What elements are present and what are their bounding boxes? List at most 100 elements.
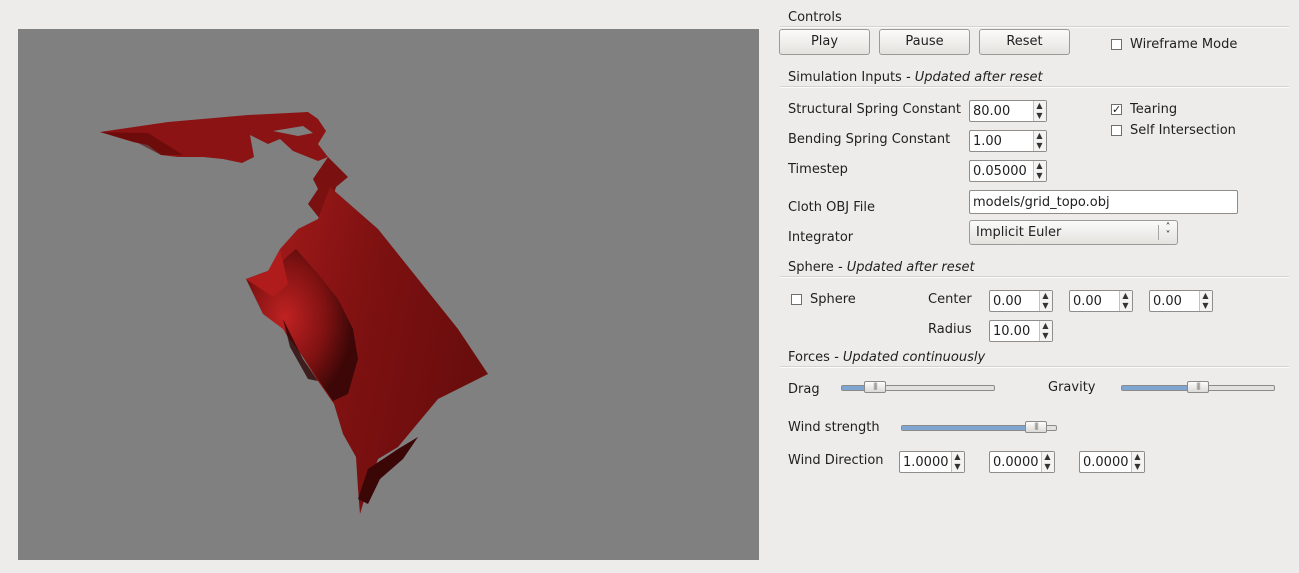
center-x-spinbox[interactable]: 0.00 ▲ ▼ bbox=[989, 290, 1053, 312]
gravity-slider[interactable]: ||| bbox=[1121, 381, 1275, 393]
tearing-checkbox[interactable]: ✓ bbox=[1111, 104, 1122, 115]
spin-up-icon[interactable]: ▲ bbox=[1044, 453, 1051, 461]
cloth-mesh bbox=[100, 112, 488, 514]
self-intersection-checkbox[interactable] bbox=[1111, 125, 1122, 136]
render-viewport[interactable] bbox=[18, 29, 759, 560]
cloth-file-label: Cloth OBJ File bbox=[788, 200, 875, 215]
spin-arrows[interactable]: ▲ ▼ bbox=[1039, 291, 1052, 311]
gravity-label: Gravity bbox=[1048, 380, 1096, 395]
center-z-spinbox[interactable]: 0.00 ▲ ▼ bbox=[1149, 290, 1213, 312]
forces-section-title: Forces - Updated continuously bbox=[788, 350, 985, 365]
wireframe-label: Wireframe Mode bbox=[1130, 37, 1238, 52]
combo-separator bbox=[1158, 225, 1159, 240]
spin-down-icon[interactable]: ▼ bbox=[1202, 302, 1209, 310]
wind-strength-slider-handle[interactable]: ||| bbox=[1025, 421, 1047, 433]
controls-section-title: Controls bbox=[788, 10, 842, 25]
integrator-label: Integrator bbox=[788, 230, 854, 245]
wind-direction-y-spinbox[interactable]: 0.0000 ▲ ▼ bbox=[989, 451, 1055, 473]
simulation-title-text: Simulation Inputs bbox=[788, 70, 902, 85]
spin-up-icon[interactable]: ▲ bbox=[1042, 322, 1049, 330]
drag-slider-handle[interactable]: ||| bbox=[864, 381, 886, 393]
spin-up-icon[interactable]: ▲ bbox=[1042, 292, 1049, 300]
spin-up-icon[interactable]: ▲ bbox=[1036, 102, 1043, 110]
wind-direction-label: Wind Direction bbox=[788, 453, 884, 468]
wireframe-checkbox[interactable] bbox=[1111, 39, 1122, 50]
radius-value: 10.00 bbox=[993, 324, 1031, 339]
sphere-checkbox[interactable] bbox=[791, 294, 802, 305]
spin-arrows[interactable]: ▲ ▼ bbox=[1131, 452, 1144, 472]
spin-up-icon[interactable]: ▲ bbox=[954, 453, 961, 461]
drag-label: Drag bbox=[788, 382, 820, 397]
play-button[interactable]: Play bbox=[779, 29, 870, 55]
spin-arrows[interactable]: ▲ ▼ bbox=[1033, 161, 1046, 181]
wind-strength-slider-fill bbox=[902, 426, 1036, 430]
wind-strength-label: Wind strength bbox=[788, 420, 880, 435]
bending-spring-value: 1.00 bbox=[973, 134, 1002, 149]
spin-down-icon[interactable]: ▼ bbox=[1036, 172, 1043, 180]
center-y-value: 0.00 bbox=[1073, 294, 1102, 309]
spin-up-icon[interactable]: ▲ bbox=[1122, 292, 1129, 300]
gravity-slider-handle[interactable]: ||| bbox=[1187, 381, 1209, 393]
spin-down-icon[interactable]: ▼ bbox=[1036, 142, 1043, 150]
cloth-file-value: models/grid_topo.obj bbox=[973, 195, 1110, 210]
center-label: Center bbox=[928, 292, 972, 307]
spin-down-icon[interactable]: ▼ bbox=[1134, 463, 1141, 471]
cloth-file-input[interactable]: models/grid_topo.obj bbox=[969, 190, 1238, 214]
integrator-value: Implicit Euler bbox=[976, 225, 1062, 240]
pause-button[interactable]: Pause bbox=[879, 29, 970, 55]
sphere-enable-label: Sphere bbox=[810, 292, 856, 307]
spin-down-icon[interactable]: ▼ bbox=[1042, 332, 1049, 340]
tearing-label: Tearing bbox=[1130, 102, 1178, 117]
spin-down-icon[interactable]: ▼ bbox=[954, 463, 961, 471]
drag-slider[interactable]: ||| bbox=[841, 381, 995, 393]
radius-spinbox[interactable]: 10.00 ▲ ▼ bbox=[989, 320, 1053, 342]
spin-arrows[interactable]: ▲ ▼ bbox=[1199, 291, 1212, 311]
center-x-value: 0.00 bbox=[993, 294, 1022, 309]
spin-down-icon[interactable]: ▼ bbox=[1122, 302, 1129, 310]
section-divider bbox=[780, 26, 1289, 28]
spin-down-icon[interactable]: ▼ bbox=[1036, 112, 1043, 120]
sphere-section-title: Sphere - Updated after reset bbox=[788, 260, 975, 275]
controls-title-text: Controls bbox=[788, 10, 842, 25]
bending-spring-label: Bending Spring Constant bbox=[788, 132, 951, 147]
spin-arrows[interactable]: ▲ ▼ bbox=[1033, 131, 1046, 151]
spin-down-icon[interactable]: ▼ bbox=[1044, 463, 1051, 471]
forces-title-text: Forces bbox=[788, 350, 830, 365]
structural-spring-label: Structural Spring Constant bbox=[788, 102, 961, 117]
wind-strength-slider[interactable]: ||| bbox=[901, 421, 1057, 433]
spin-arrows[interactable]: ▲ ▼ bbox=[1039, 321, 1052, 341]
reset-button[interactable]: Reset bbox=[979, 29, 1070, 55]
wind-direction-x-spinbox[interactable]: 1.0000 ▲ ▼ bbox=[899, 451, 965, 473]
sphere-note: - Updated after reset bbox=[837, 260, 975, 275]
section-divider bbox=[780, 366, 1289, 368]
integrator-select[interactable]: Implicit Euler ˄ ˅ bbox=[969, 220, 1178, 245]
forces-note: - Updated continuously bbox=[834, 350, 986, 365]
wind-direction-x-value: 1.0000 bbox=[903, 455, 949, 470]
simulation-section-title: Simulation Inputs - Updated after reset bbox=[788, 70, 1043, 85]
timestep-value: 0.05000 bbox=[973, 164, 1027, 179]
structural-spring-spinbox[interactable]: 80.00 ▲ ▼ bbox=[969, 100, 1047, 122]
structural-spring-value: 80.00 bbox=[973, 104, 1011, 119]
updown-chevron-icon: ˄ ˅ bbox=[1165, 222, 1171, 241]
spin-up-icon[interactable]: ▲ bbox=[1036, 162, 1043, 170]
spin-up-icon[interactable]: ▲ bbox=[1134, 453, 1141, 461]
spin-down-icon[interactable]: ▼ bbox=[1042, 302, 1049, 310]
wind-direction-z-value: 0.0000 bbox=[1083, 455, 1129, 470]
self-intersection-label: Self Intersection bbox=[1130, 123, 1236, 138]
spin-arrows[interactable]: ▲ ▼ bbox=[1033, 101, 1046, 121]
bending-spring-spinbox[interactable]: 1.00 ▲ ▼ bbox=[969, 130, 1047, 152]
spin-up-icon[interactable]: ▲ bbox=[1202, 292, 1209, 300]
spin-up-icon[interactable]: ▲ bbox=[1036, 132, 1043, 140]
spin-arrows[interactable]: ▲ ▼ bbox=[951, 452, 964, 472]
center-y-spinbox[interactable]: 0.00 ▲ ▼ bbox=[1069, 290, 1133, 312]
timestep-spinbox[interactable]: 0.05000 ▲ ▼ bbox=[969, 160, 1047, 182]
spin-arrows[interactable]: ▲ ▼ bbox=[1041, 452, 1054, 472]
section-divider bbox=[780, 276, 1289, 278]
radius-label: Radius bbox=[928, 322, 972, 337]
wind-direction-z-spinbox[interactable]: 0.0000 ▲ ▼ bbox=[1079, 451, 1145, 473]
center-z-value: 0.00 bbox=[1153, 294, 1182, 309]
sphere-title-text: Sphere bbox=[788, 260, 834, 275]
section-divider bbox=[780, 86, 1289, 88]
spin-arrows[interactable]: ▲ ▼ bbox=[1119, 291, 1132, 311]
simulation-note: - Updated after reset bbox=[905, 70, 1043, 85]
